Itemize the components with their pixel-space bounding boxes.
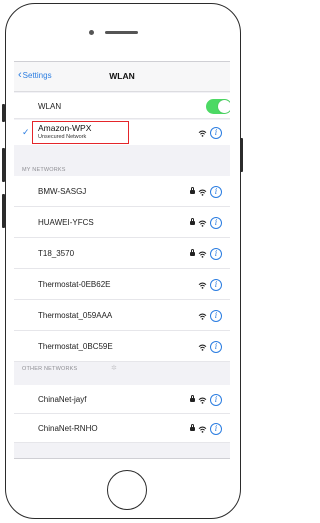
wlan-label: WLAN: [38, 102, 62, 111]
network-name: Thermostat-0EB62E: [38, 280, 111, 289]
power-button: [240, 138, 243, 172]
network-row[interactable]: ChinaNet-jayf i: [14, 385, 230, 414]
volume-up-button: [2, 148, 5, 182]
wifi-icon: [198, 282, 207, 289]
other-networks-header: OTHER NETWORKS ✲: [14, 362, 230, 376]
wifi-icon: [198, 344, 207, 351]
wifi-icon: [198, 189, 207, 196]
network-name: Thermostat_059AAA: [38, 311, 113, 320]
network-icons: i: [190, 248, 222, 260]
info-icon[interactable]: i: [210, 127, 222, 139]
network-row[interactable]: ChinaNet-RNHO i: [14, 414, 230, 443]
network-icons: i: [198, 279, 222, 291]
connected-network-subtitle: Unsecured Network: [38, 134, 87, 140]
network-name: T18_3570: [38, 249, 75, 258]
network-name: ChinaNet-jayf: [38, 395, 87, 404]
info-icon[interactable]: i: [210, 248, 222, 260]
network-row[interactable]: HUAWEI-YFCS i: [14, 207, 230, 238]
wifi-icon: [198, 426, 207, 433]
network-icons: i: [198, 310, 222, 322]
wifi-icon: [198, 397, 207, 404]
network-icons: i: [190, 394, 222, 406]
my-networks-label: MY NETWORKS: [22, 167, 66, 173]
navigation-bar: ‹ Settings WLAN: [14, 62, 230, 92]
info-icon[interactable]: i: [210, 310, 222, 322]
info-icon[interactable]: i: [210, 423, 222, 435]
lock-icon: [190, 424, 195, 432]
network-name: HUAWEI-YFCS: [38, 218, 94, 227]
loading-spinner-icon: ✲: [111, 365, 117, 372]
network-icons: i: [190, 217, 222, 229]
info-icon[interactable]: i: [210, 394, 222, 406]
network-icons: i: [190, 423, 222, 435]
network-icons: i: [190, 186, 222, 198]
network-name: Thermostat_0BC59E: [38, 342, 113, 351]
network-name: ChinaNet-RNHO: [38, 424, 98, 433]
network-row[interactable]: Thermostat_059AAA i: [14, 300, 230, 331]
lock-icon: [190, 249, 195, 257]
mute-switch: [2, 104, 5, 122]
wifi-icon: [198, 130, 207, 137]
lock-icon: [190, 218, 195, 226]
connected-network-row[interactable]: ✓ Amazon-WPX Unsecured Network i: [14, 120, 230, 145]
earpiece-speaker: [105, 31, 138, 34]
wifi-icon: [198, 220, 207, 227]
wifi-icon: [198, 251, 207, 258]
front-camera: [89, 30, 94, 35]
lock-icon: [190, 395, 195, 403]
network-row[interactable]: BMW-SASGJ i: [14, 176, 230, 207]
network-icons: i: [198, 341, 222, 353]
my-networks-list: BMW-SASGJ i HUAWEI-YFCS i T18_3570 i Thermosta…: [14, 176, 230, 362]
home-button[interactable]: [107, 470, 147, 510]
network-row[interactable]: Thermostat_0BC59E i: [14, 331, 230, 362]
info-icon[interactable]: i: [210, 217, 222, 229]
lock-icon: [190, 187, 195, 195]
wifi-icon: [198, 313, 207, 320]
info-icon[interactable]: i: [210, 279, 222, 291]
network-icons: i: [198, 127, 222, 139]
screen: ‹ Settings WLAN WLAN ✓ Amazon-WPX Unsecu…: [14, 61, 230, 459]
checkmark-icon: ✓: [22, 127, 30, 137]
network-name: BMW-SASGJ: [38, 187, 87, 196]
network-row[interactable]: T18_3570 i: [14, 238, 230, 269]
info-icon[interactable]: i: [210, 186, 222, 198]
info-icon[interactable]: i: [210, 341, 222, 353]
connected-network-name: Amazon-WPX: [38, 123, 92, 133]
other-networks-label: OTHER NETWORKS: [22, 366, 78, 372]
wlan-toggle[interactable]: [206, 99, 230, 114]
toggle-knob: [218, 100, 230, 113]
network-row[interactable]: Thermostat-0EB62E i: [14, 269, 230, 300]
other-networks-list: ChinaNet-jayf i ChinaNet-RNHO i: [14, 385, 230, 443]
page-title: WLAN: [109, 71, 135, 81]
my-networks-header: MY NETWORKS: [14, 163, 230, 177]
volume-down-button: [2, 194, 5, 228]
wlan-row: WLAN: [14, 93, 230, 119]
